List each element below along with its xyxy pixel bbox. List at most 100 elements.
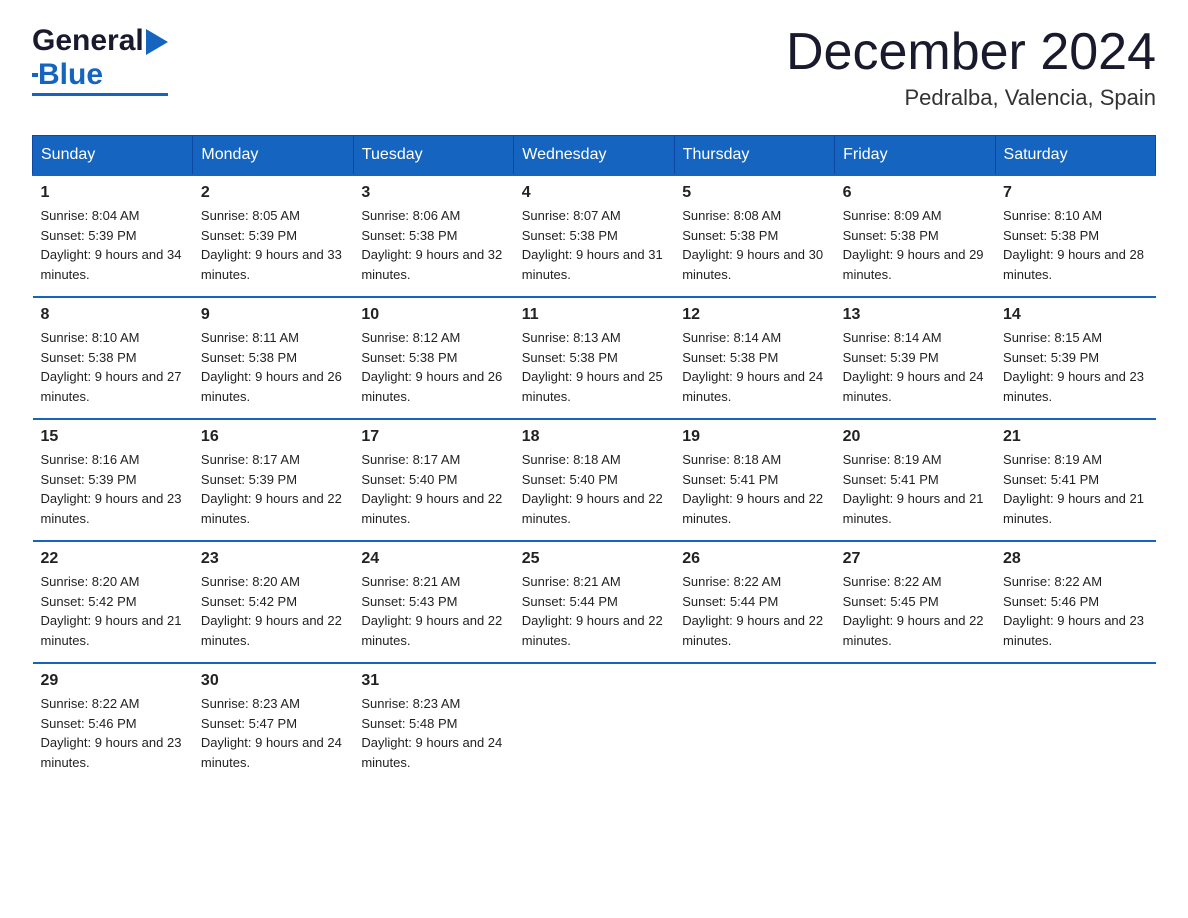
calendar-cell: 19 Sunrise: 8:18 AM Sunset: 5:41 PM Dayl… (674, 419, 834, 541)
calendar-cell: 13 Sunrise: 8:14 AM Sunset: 5:39 PM Dayl… (835, 297, 995, 419)
day-number: 21 (1003, 428, 1147, 446)
calendar-cell: 29 Sunrise: 8:22 AM Sunset: 5:46 PM Dayl… (33, 663, 193, 784)
calendar-cell: 4 Sunrise: 8:07 AM Sunset: 5:38 PM Dayli… (514, 175, 674, 297)
day-info: Sunrise: 8:16 AM Sunset: 5:39 PM Dayligh… (41, 450, 185, 528)
day-info: Sunrise: 8:17 AM Sunset: 5:40 PM Dayligh… (361, 450, 505, 528)
day-number: 29 (41, 672, 185, 690)
header-saturday: Saturday (995, 136, 1155, 176)
day-info: Sunrise: 8:11 AM Sunset: 5:38 PM Dayligh… (201, 328, 345, 406)
calendar-table: Sunday Monday Tuesday Wednesday Thursday… (32, 135, 1156, 784)
day-info: Sunrise: 8:15 AM Sunset: 5:39 PM Dayligh… (1003, 328, 1147, 406)
day-number: 17 (361, 428, 505, 446)
day-number: 10 (361, 306, 505, 324)
day-number: 1 (41, 184, 185, 202)
page-header: General Blue December 2024 Pedralba, Val… (32, 24, 1156, 111)
day-number: 9 (201, 306, 345, 324)
logo: General Blue (32, 24, 168, 96)
day-number: 7 (1003, 184, 1147, 202)
header-sunday: Sunday (33, 136, 193, 176)
header-tuesday: Tuesday (353, 136, 513, 176)
day-info: Sunrise: 8:22 AM Sunset: 5:46 PM Dayligh… (41, 694, 185, 772)
logo-blue-text: Blue (38, 58, 103, 92)
day-number: 8 (41, 306, 185, 324)
day-info: Sunrise: 8:23 AM Sunset: 5:47 PM Dayligh… (201, 694, 345, 772)
calendar-cell: 14 Sunrise: 8:15 AM Sunset: 5:39 PM Dayl… (995, 297, 1155, 419)
day-info: Sunrise: 8:23 AM Sunset: 5:48 PM Dayligh… (361, 694, 505, 772)
day-number: 26 (682, 550, 826, 568)
day-number: 2 (201, 184, 345, 202)
day-number: 27 (843, 550, 987, 568)
calendar-cell: 22 Sunrise: 8:20 AM Sunset: 5:42 PM Dayl… (33, 541, 193, 663)
calendar-cell: 16 Sunrise: 8:17 AM Sunset: 5:39 PM Dayl… (193, 419, 353, 541)
calendar-cell: 18 Sunrise: 8:18 AM Sunset: 5:40 PM Dayl… (514, 419, 674, 541)
day-info: Sunrise: 8:20 AM Sunset: 5:42 PM Dayligh… (41, 572, 185, 650)
calendar-cell: 30 Sunrise: 8:23 AM Sunset: 5:47 PM Dayl… (193, 663, 353, 784)
calendar-cell: 26 Sunrise: 8:22 AM Sunset: 5:44 PM Dayl… (674, 541, 834, 663)
day-info: Sunrise: 8:10 AM Sunset: 5:38 PM Dayligh… (41, 328, 185, 406)
day-info: Sunrise: 8:10 AM Sunset: 5:38 PM Dayligh… (1003, 206, 1147, 284)
day-info: Sunrise: 8:04 AM Sunset: 5:39 PM Dayligh… (41, 206, 185, 284)
logo-triangle-icon (146, 29, 168, 55)
day-info: Sunrise: 8:19 AM Sunset: 5:41 PM Dayligh… (1003, 450, 1147, 528)
day-info: Sunrise: 8:07 AM Sunset: 5:38 PM Dayligh… (522, 206, 666, 284)
calendar-header: Sunday Monday Tuesday Wednesday Thursday… (33, 136, 1156, 176)
calendar-cell: 6 Sunrise: 8:09 AM Sunset: 5:38 PM Dayli… (835, 175, 995, 297)
logo-underline (32, 93, 168, 96)
day-info: Sunrise: 8:22 AM Sunset: 5:46 PM Dayligh… (1003, 572, 1147, 650)
day-info: Sunrise: 8:20 AM Sunset: 5:42 PM Dayligh… (201, 572, 345, 650)
calendar-body: 1 Sunrise: 8:04 AM Sunset: 5:39 PM Dayli… (33, 175, 1156, 784)
logo-general-text: General (32, 24, 144, 58)
day-number: 28 (1003, 550, 1147, 568)
day-number: 6 (843, 184, 987, 202)
calendar-cell: 2 Sunrise: 8:05 AM Sunset: 5:39 PM Dayli… (193, 175, 353, 297)
location-subtitle: Pedralba, Valencia, Spain (786, 85, 1156, 111)
calendar-cell: 31 Sunrise: 8:23 AM Sunset: 5:48 PM Dayl… (353, 663, 513, 784)
day-number: 25 (522, 550, 666, 568)
calendar-cell: 25 Sunrise: 8:21 AM Sunset: 5:44 PM Dayl… (514, 541, 674, 663)
day-info: Sunrise: 8:09 AM Sunset: 5:38 PM Dayligh… (843, 206, 987, 284)
day-info: Sunrise: 8:18 AM Sunset: 5:40 PM Dayligh… (522, 450, 666, 528)
month-year-title: December 2024 (786, 24, 1156, 81)
day-number: 30 (201, 672, 345, 690)
calendar-cell (674, 663, 834, 784)
calendar-cell: 20 Sunrise: 8:19 AM Sunset: 5:41 PM Dayl… (835, 419, 995, 541)
day-info: Sunrise: 8:13 AM Sunset: 5:38 PM Dayligh… (522, 328, 666, 406)
day-info: Sunrise: 8:14 AM Sunset: 5:39 PM Dayligh… (843, 328, 987, 406)
calendar-cell: 17 Sunrise: 8:17 AM Sunset: 5:40 PM Dayl… (353, 419, 513, 541)
day-number: 22 (41, 550, 185, 568)
calendar-cell (514, 663, 674, 784)
day-number: 31 (361, 672, 505, 690)
header-monday: Monday (193, 136, 353, 176)
day-info: Sunrise: 8:08 AM Sunset: 5:38 PM Dayligh… (682, 206, 826, 284)
calendar-cell: 9 Sunrise: 8:11 AM Sunset: 5:38 PM Dayli… (193, 297, 353, 419)
calendar-cell: 12 Sunrise: 8:14 AM Sunset: 5:38 PM Dayl… (674, 297, 834, 419)
calendar-cell: 8 Sunrise: 8:10 AM Sunset: 5:38 PM Dayli… (33, 297, 193, 419)
day-info: Sunrise: 8:22 AM Sunset: 5:44 PM Dayligh… (682, 572, 826, 650)
title-area: December 2024 Pedralba, Valencia, Spain (786, 24, 1156, 111)
header-friday: Friday (835, 136, 995, 176)
calendar-cell: 27 Sunrise: 8:22 AM Sunset: 5:45 PM Dayl… (835, 541, 995, 663)
calendar-cell: 10 Sunrise: 8:12 AM Sunset: 5:38 PM Dayl… (353, 297, 513, 419)
calendar-cell: 3 Sunrise: 8:06 AM Sunset: 5:38 PM Dayli… (353, 175, 513, 297)
day-number: 24 (361, 550, 505, 568)
day-info: Sunrise: 8:05 AM Sunset: 5:39 PM Dayligh… (201, 206, 345, 284)
day-info: Sunrise: 8:17 AM Sunset: 5:39 PM Dayligh… (201, 450, 345, 528)
day-number: 14 (1003, 306, 1147, 324)
header-wednesday: Wednesday (514, 136, 674, 176)
day-number: 18 (522, 428, 666, 446)
calendar-cell: 7 Sunrise: 8:10 AM Sunset: 5:38 PM Dayli… (995, 175, 1155, 297)
day-info: Sunrise: 8:18 AM Sunset: 5:41 PM Dayligh… (682, 450, 826, 528)
day-info: Sunrise: 8:22 AM Sunset: 5:45 PM Dayligh… (843, 572, 987, 650)
header-thursday: Thursday (674, 136, 834, 176)
day-number: 4 (522, 184, 666, 202)
calendar-cell (995, 663, 1155, 784)
calendar-cell: 5 Sunrise: 8:08 AM Sunset: 5:38 PM Dayli… (674, 175, 834, 297)
day-number: 20 (843, 428, 987, 446)
day-number: 12 (682, 306, 826, 324)
calendar-cell: 24 Sunrise: 8:21 AM Sunset: 5:43 PM Dayl… (353, 541, 513, 663)
day-number: 15 (41, 428, 185, 446)
day-info: Sunrise: 8:06 AM Sunset: 5:38 PM Dayligh… (361, 206, 505, 284)
day-number: 5 (682, 184, 826, 202)
calendar-cell: 15 Sunrise: 8:16 AM Sunset: 5:39 PM Dayl… (33, 419, 193, 541)
day-number: 13 (843, 306, 987, 324)
